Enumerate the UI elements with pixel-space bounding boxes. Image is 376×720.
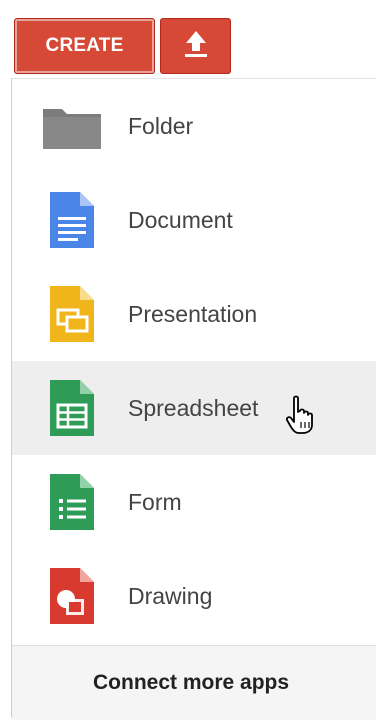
spreadsheet-icon: [42, 378, 102, 438]
menu-item-spreadsheet[interactable]: Spreadsheet: [12, 361, 376, 455]
toolbar: CREATE: [0, 0, 376, 82]
menu-item-label: Presentation: [128, 300, 258, 327]
menu-item-drawing[interactable]: Drawing: [12, 549, 376, 643]
menu-item-label: Drawing: [128, 582, 213, 609]
document-icon: [42, 190, 102, 250]
menu-item-form[interactable]: Form: [12, 455, 376, 549]
menu-item-label: Folder: [128, 112, 194, 139]
menu-item-folder[interactable]: Folder: [12, 79, 376, 173]
connect-more-apps[interactable]: Connect more apps: [12, 645, 376, 720]
hand-cursor-icon: [284, 395, 320, 435]
connect-more-apps-label: Connect more apps: [93, 671, 290, 694]
menu-item-document[interactable]: Document: [12, 173, 376, 267]
menu-item-label: Document: [128, 206, 233, 233]
upload-icon: [182, 29, 210, 64]
form-icon: [42, 472, 102, 532]
create-button-label: CREATE: [45, 35, 124, 56]
drawing-icon: [42, 566, 102, 626]
menu-item-presentation[interactable]: Presentation: [12, 267, 376, 361]
create-button[interactable]: CREATE: [14, 18, 155, 74]
menu-item-label: Form: [128, 488, 182, 515]
create-menu: Folder Document Presentation Spreadsheet…: [11, 78, 376, 720]
presentation-icon: [42, 284, 102, 344]
menu-item-label: Spreadsheet: [128, 394, 259, 421]
folder-icon: [42, 96, 102, 156]
upload-button[interactable]: [160, 18, 231, 74]
